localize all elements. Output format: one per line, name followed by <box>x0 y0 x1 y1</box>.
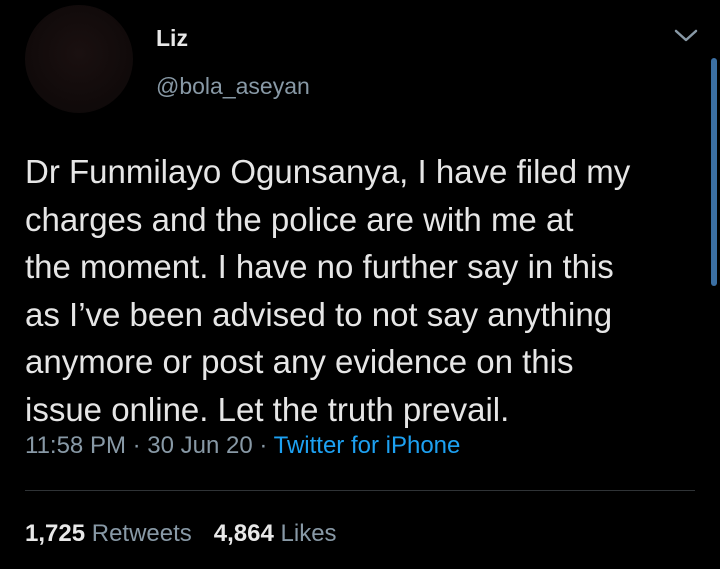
meta-separator: · <box>125 432 148 459</box>
avatar[interactable] <box>25 5 133 113</box>
meta-separator: · <box>252 432 274 459</box>
author-handle[interactable]: @bola_aseyan <box>156 72 310 100</box>
tweet-text: Dr Funmilayo Ogunsanya, I have filed my … <box>25 153 631 428</box>
author-display-name[interactable]: Liz <box>156 24 188 52</box>
likes-label: Likes <box>280 520 337 547</box>
tweet-source-link[interactable]: Twitter for iPhone <box>274 432 461 459</box>
retweets-count: 1,725 <box>25 520 86 547</box>
tweet-detail: Liz @bola_aseyan Dr Funmilayo Ogunsanya,… <box>0 0 720 569</box>
divider <box>25 490 695 491</box>
likes-count: 4,864 <box>213 520 274 547</box>
engagement-stats: 1,725 Retweets 4,864 Likes <box>25 519 337 549</box>
tweet-date: 30 Jun 20 <box>147 432 253 459</box>
tweet-metadata: 11:58 PM · 30 Jun 20 · Twitter for iPhon… <box>25 431 460 461</box>
tweet-time: 11:58 PM <box>25 432 126 459</box>
retweets-stat[interactable]: 1,725 Retweets <box>25 520 192 547</box>
scrollbar[interactable] <box>711 58 717 286</box>
likes-stat[interactable]: 4,864 Likes <box>214 520 337 547</box>
retweets-label: Retweets <box>91 520 192 547</box>
chevron-down-icon[interactable] <box>673 27 699 45</box>
